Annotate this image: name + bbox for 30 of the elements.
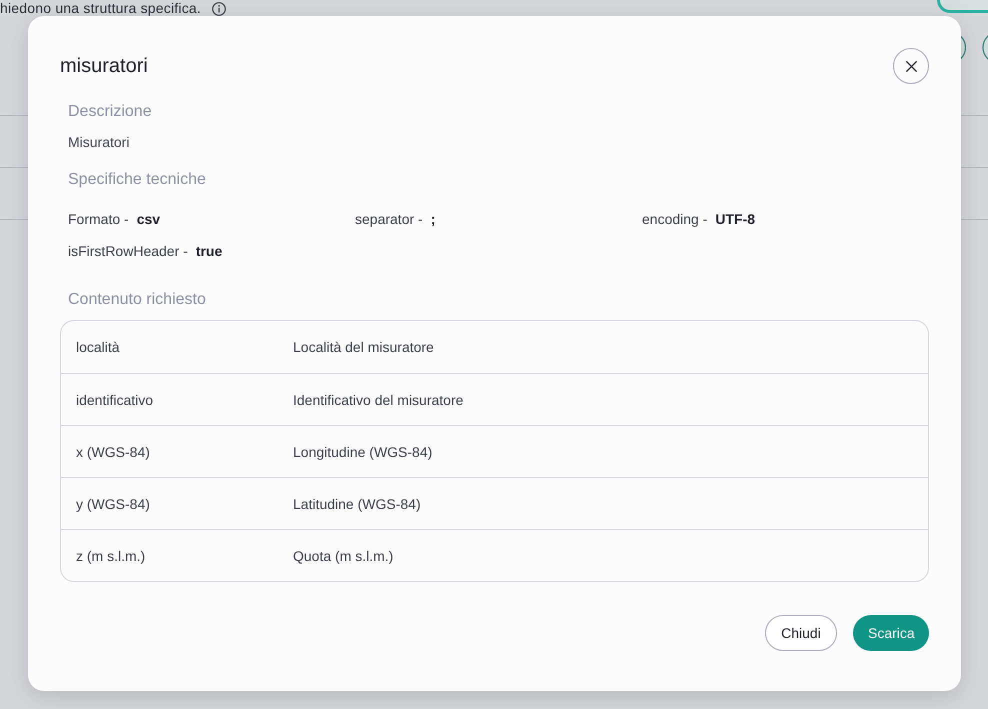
outlined-button[interactable]: [937, 0, 988, 13]
close-button[interactable]: [893, 48, 929, 84]
spec-value: ;: [430, 210, 436, 229]
table-cell-text: Quota (m s.l.m.): [293, 546, 394, 566]
table-cell-text: località: [76, 338, 121, 357]
section-heading: Descrizione: [68, 102, 152, 122]
table-cell-text: z (m s.l.m.): [76, 546, 146, 566]
notice-text: hiedono una struttura specifica.: [0, 1, 201, 16]
table-cell-text: x (WGS-84): [76, 442, 151, 462]
download-button[interactable]: Scarica: [853, 615, 929, 651]
dialog-title: misuratori: [60, 54, 148, 79]
spec-label: Formato -: [68, 210, 129, 229]
spec-label: encoding -: [642, 210, 708, 229]
table-cell-text: Località del misuratore: [293, 338, 434, 357]
section-heading: Contenuto richiesto: [68, 290, 206, 310]
spec-label: separator -: [355, 210, 423, 229]
table-cell-text: Latitudine (WGS-84): [293, 494, 421, 514]
info-icon[interactable]: [212, 2, 226, 16]
spec-label: isFirstRowHeader -: [68, 242, 188, 261]
table-cell-text: Longitudine (WGS-84): [293, 442, 432, 462]
spec-value: csv: [136, 210, 160, 229]
table-cell-text: identificativo: [76, 390, 154, 410]
spec-value: true: [196, 242, 222, 261]
table-cell-text: y (WGS-84): [76, 494, 151, 514]
table-cell-text: Identificativo del misuratore: [293, 390, 464, 410]
description-text: Misuratori: [68, 133, 130, 152]
spec-value: UTF-8: [715, 210, 756, 229]
section-heading: Specifiche tecniche: [68, 170, 206, 190]
close-dialog-button[interactable]: Chiudi: [765, 615, 837, 651]
close-icon: [906, 60, 916, 72]
